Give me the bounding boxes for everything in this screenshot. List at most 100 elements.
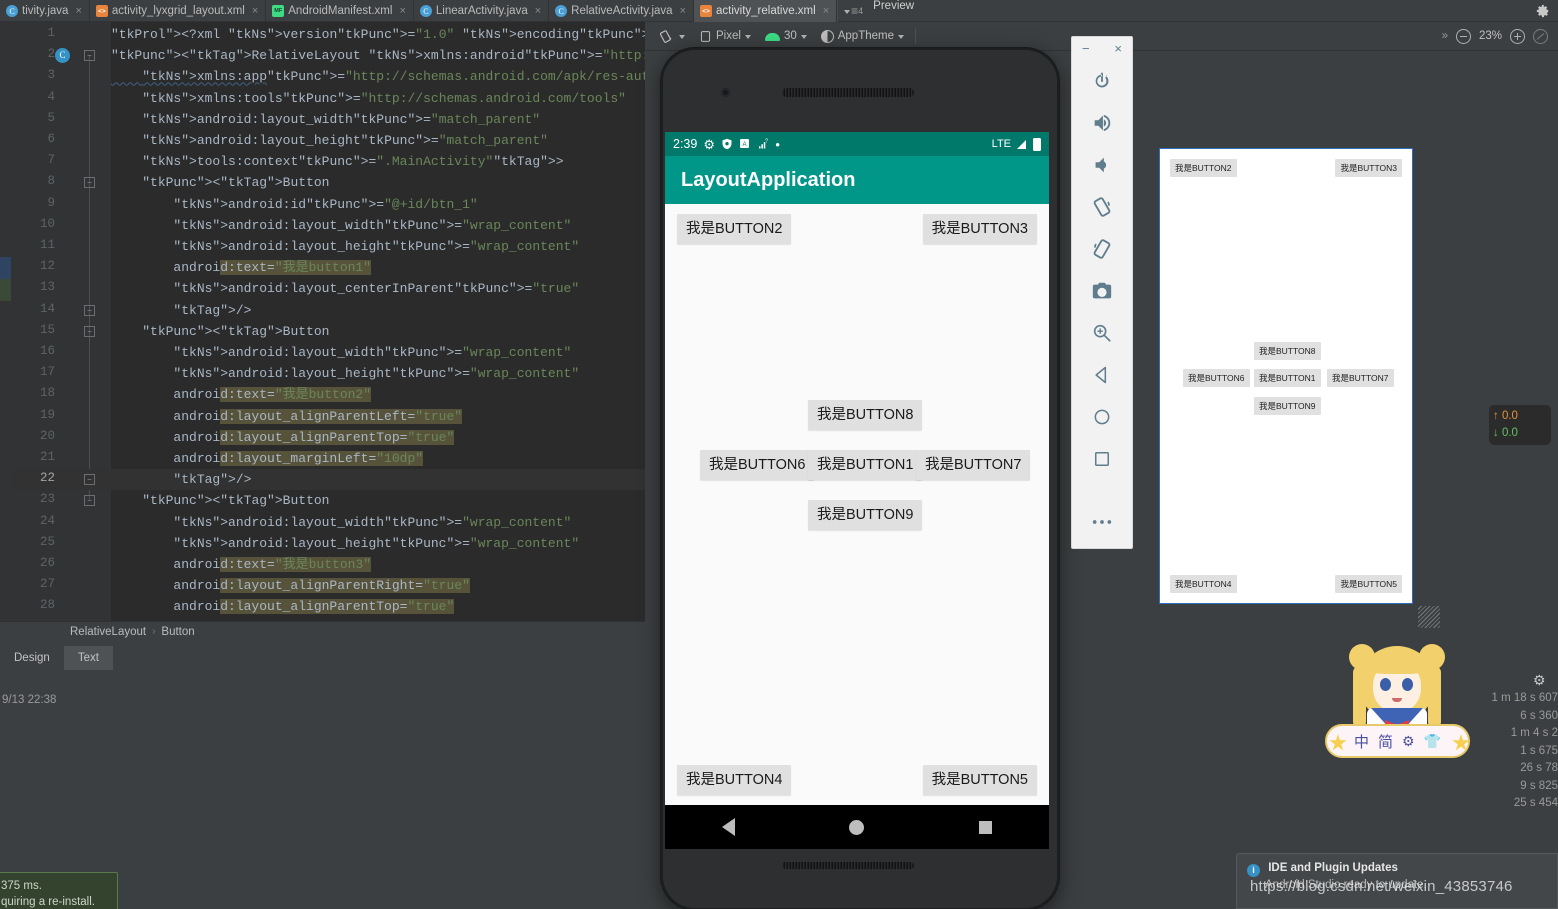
fold-toggle-icon[interactable] [84, 304, 95, 316]
resize-handle[interactable] [1418, 606, 1440, 628]
close-icon[interactable]: × [252, 5, 258, 17]
editor-gutter[interactable]: 12C3456789101112131415161718192021222324… [11, 22, 111, 621]
editor-code-area[interactable]: "tkProl"><?xml "tkNs">version"tkPunc">="… [111, 22, 645, 621]
screenshot-icon[interactable] [1082, 271, 1122, 311]
rotate-left-icon[interactable] [1082, 187, 1122, 227]
preview-button-6[interactable]: 我是BUTTON6 [1183, 369, 1250, 387]
earpiece-speaker [782, 88, 914, 97]
ime-mode-label[interactable]: 简 [1378, 731, 1393, 752]
preview-button-2[interactable]: 我是BUTTON2 [1170, 159, 1237, 177]
minimize-icon[interactable]: − [1082, 41, 1090, 56]
preview-button-8[interactable]: 我是BUTTON8 [1254, 342, 1321, 360]
tab-android-manifest-xml[interactable]: AndroidManifest.xml × [266, 0, 414, 22]
tab-linear-activity-java[interactable]: LinearActivity.java × [414, 0, 550, 22]
xml-code-editor[interactable]: 12C3456789101112131415161718192021222324… [0, 22, 645, 621]
zoom-fit-icon[interactable] [1533, 28, 1548, 44]
tab-text[interactable]: Text [63, 646, 113, 670]
emu-button-1[interactable]: 我是BUTTON1 [808, 450, 923, 480]
download-speed: ↓ 0.0 [1493, 425, 1547, 442]
zoom-icon[interactable] [1082, 313, 1122, 353]
home-icon[interactable] [849, 819, 865, 835]
xml-file-icon [95, 5, 108, 17]
preview-pane-label: Preview [873, 0, 915, 12]
build-toast[interactable]: 375 ms. quiring a re-install. [0, 872, 118, 909]
close-icon[interactable]: × [680, 5, 686, 17]
class-marker-icon[interactable]: C [55, 48, 70, 64]
skin-icon[interactable]: 👕 [1424, 733, 1441, 750]
fold-toggle-icon[interactable] [84, 474, 95, 486]
timing-row: 6 s 360 [1520, 709, 1558, 722]
layout-preview-panel[interactable]: 我是BUTTON2 我是BUTTON3 我是BUTTON8 我是BUTTON6 … [1159, 148, 1413, 604]
watermark: https://blog.csdn.net/weixin_43853746 [1250, 878, 1513, 895]
emu-button-2[interactable]: 我是BUTTON2 [677, 214, 792, 244]
zoom-in-icon[interactable] [1510, 28, 1525, 44]
breadcrumb[interactable]: RelativeLayout › Button [0, 621, 645, 641]
breadcrumb-item-button[interactable]: Button [161, 626, 194, 638]
emulator-screen[interactable]: 2:39 A ? LTE [665, 132, 1049, 805]
fold-toggle-icon[interactable] [84, 177, 95, 189]
breadcrumb-item-relativelayout[interactable]: RelativeLayout [70, 626, 146, 638]
back-icon[interactable] [722, 818, 736, 836]
power-icon[interactable] [1082, 61, 1122, 101]
close-icon[interactable]: × [75, 5, 81, 17]
network-speed-widget[interactable]: ↑ 0.0 ↓ 0.0 [1489, 405, 1551, 445]
overview-icon[interactable] [978, 820, 992, 834]
close-icon[interactable]: × [399, 5, 405, 17]
emu-button-3[interactable]: 我是BUTTON3 [922, 214, 1037, 244]
tab-activity-java[interactable]: tivity.java × [0, 0, 90, 22]
line-number: 7 [47, 153, 55, 168]
ime-language-label[interactable]: 中 [1354, 731, 1369, 752]
ime-toolbar[interactable]: 中 简 ⚙ 👕 [1325, 724, 1470, 758]
home-icon[interactable] [1082, 397, 1122, 437]
emu-button-9[interactable]: 我是BUTTON9 [808, 500, 923, 530]
tab-activity-relative-xml[interactable]: activity_relative.xml × [694, 0, 838, 22]
preview-button-7[interactable]: 我是BUTTON7 [1327, 369, 1394, 387]
signal-icon [1016, 138, 1028, 150]
preview-button-3[interactable]: 我是BUTTON3 [1335, 159, 1402, 177]
rotate-right-icon[interactable] [1082, 229, 1122, 269]
code-line: "tkNs">tools:context"tkPunc">=".MainActi… [142, 154, 564, 170]
emu-button-4[interactable]: 我是BUTTON4 [677, 765, 792, 795]
preview-button-5[interactable]: 我是BUTTON5 [1335, 575, 1402, 593]
gear-icon[interactable] [1536, 4, 1550, 18]
tab-label: LinearActivity.java [435, 5, 528, 17]
overview-icon[interactable] [1082, 439, 1122, 479]
line-number: 26 [39, 556, 55, 570]
close-icon[interactable]: × [1114, 41, 1122, 56]
close-icon[interactable]: × [823, 5, 829, 17]
build-timing-list: 1 m 18 s 607 6 s 360 1 m 4 s 2 1 s 675 2… [1478, 690, 1558, 813]
gear-icon[interactable]: ⚙ [1402, 733, 1415, 750]
tab-design[interactable]: Design [0, 646, 64, 670]
close-icon[interactable]: × [535, 5, 541, 17]
overflow-icon[interactable]: » [1442, 30, 1448, 42]
emu-button-6[interactable]: 我是BUTTON6 [700, 450, 815, 480]
fold-toggle-icon[interactable] [84, 495, 95, 507]
ime-floating-bar[interactable]: 中 简 ⚙ 👕 [1325, 636, 1470, 758]
bangs [1369, 658, 1425, 674]
preview-button-1[interactable]: 我是BUTTON1 [1254, 369, 1321, 387]
split-editor-control[interactable]: ≡ 4 [837, 0, 863, 22]
android-navigation-bar [665, 805, 1049, 849]
tab-activity-lyxgrid-layout-xml[interactable]: activity_lyxgrid_layout.xml × [90, 0, 267, 22]
fold-toggle-icon[interactable] [84, 325, 95, 337]
tab-relative-activity-java[interactable]: RelativeActivity.java × [549, 0, 694, 22]
preview-button-9[interactable]: 我是BUTTON9 [1254, 397, 1321, 415]
volume-down-icon[interactable] [1082, 145, 1122, 185]
volume-up-icon[interactable] [1082, 103, 1122, 143]
tab-label: tivity.java [22, 5, 69, 17]
zoom-out-icon[interactable] [1455, 28, 1471, 44]
gear-icon[interactable]: ⚙ [1533, 672, 1546, 689]
back-icon[interactable] [1082, 355, 1122, 395]
battery-icon [1033, 137, 1041, 151]
fold-toggle-icon[interactable] [84, 50, 95, 62]
editor-mark-stripe[interactable] [0, 22, 11, 621]
line-number: 23 [39, 492, 55, 507]
emu-button-5[interactable]: 我是BUTTON5 [922, 765, 1037, 795]
preview-button-4[interactable]: 我是BUTTON4 [1170, 575, 1237, 593]
emu-button-8[interactable]: 我是BUTTON8 [808, 400, 923, 430]
code-line: "tkNs">android:layout_height"tkPunc">="w… [173, 239, 580, 254]
emu-button-7[interactable]: 我是BUTTON7 [916, 450, 1031, 480]
shield-icon [721, 138, 733, 150]
mark-highlight [0, 257, 11, 279]
more-icon[interactable] [1082, 502, 1122, 542]
